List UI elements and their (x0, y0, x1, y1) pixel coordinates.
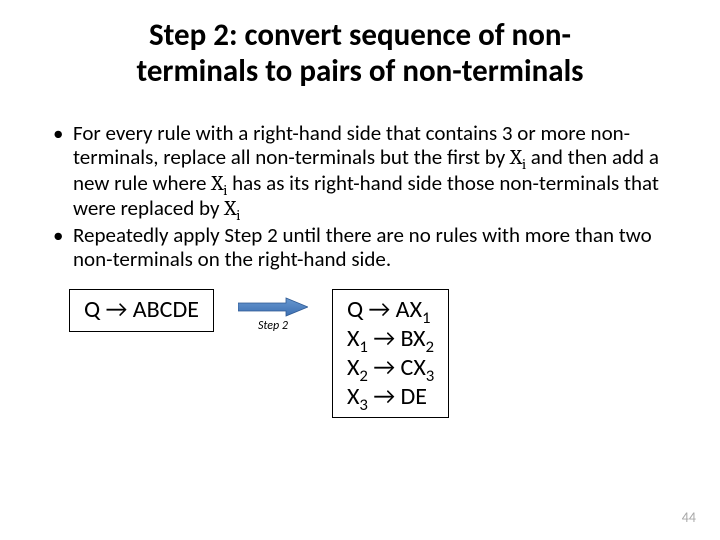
rule-line: Q → AX1 (347, 296, 434, 325)
rule-before-box: Q → ABCDE (69, 289, 214, 332)
rule-line: X1 → BX2 (347, 325, 434, 354)
bullet-1: For every rule with a right-hand side th… (51, 121, 675, 221)
xi-symbol: Xi (224, 197, 240, 221)
slide-title: Step 2: convert sequence of non- termina… (45, 18, 675, 89)
arrow-label: Step 2 (258, 319, 288, 333)
bullet-2: Repeatedly apply Step 2 until there are … (51, 223, 675, 271)
xi-symbol: Xi (510, 146, 526, 170)
rule-line: X3 → DE (347, 383, 434, 412)
arrow-icon (238, 297, 308, 317)
rule-after-box: Q → AX1 X1 → BX2 X2 → CX3 X3 → DE (332, 289, 449, 418)
slide-title-line1: Step 2: convert sequence of non- (149, 16, 571, 54)
page-number: 44 (682, 509, 696, 526)
xi-symbol: Xi (211, 172, 227, 196)
slide-title-line2: terminals to pairs of non-terminals (136, 52, 583, 90)
step-arrow: Step 2 (238, 297, 308, 333)
transformation-diagram: Q → ABCDE Step 2 Q → AX1 X1 → BX2 X2 → C… (69, 289, 675, 418)
rule-line: X2 → CX3 (347, 354, 434, 383)
bullet-list: For every rule with a right-hand side th… (51, 121, 675, 271)
